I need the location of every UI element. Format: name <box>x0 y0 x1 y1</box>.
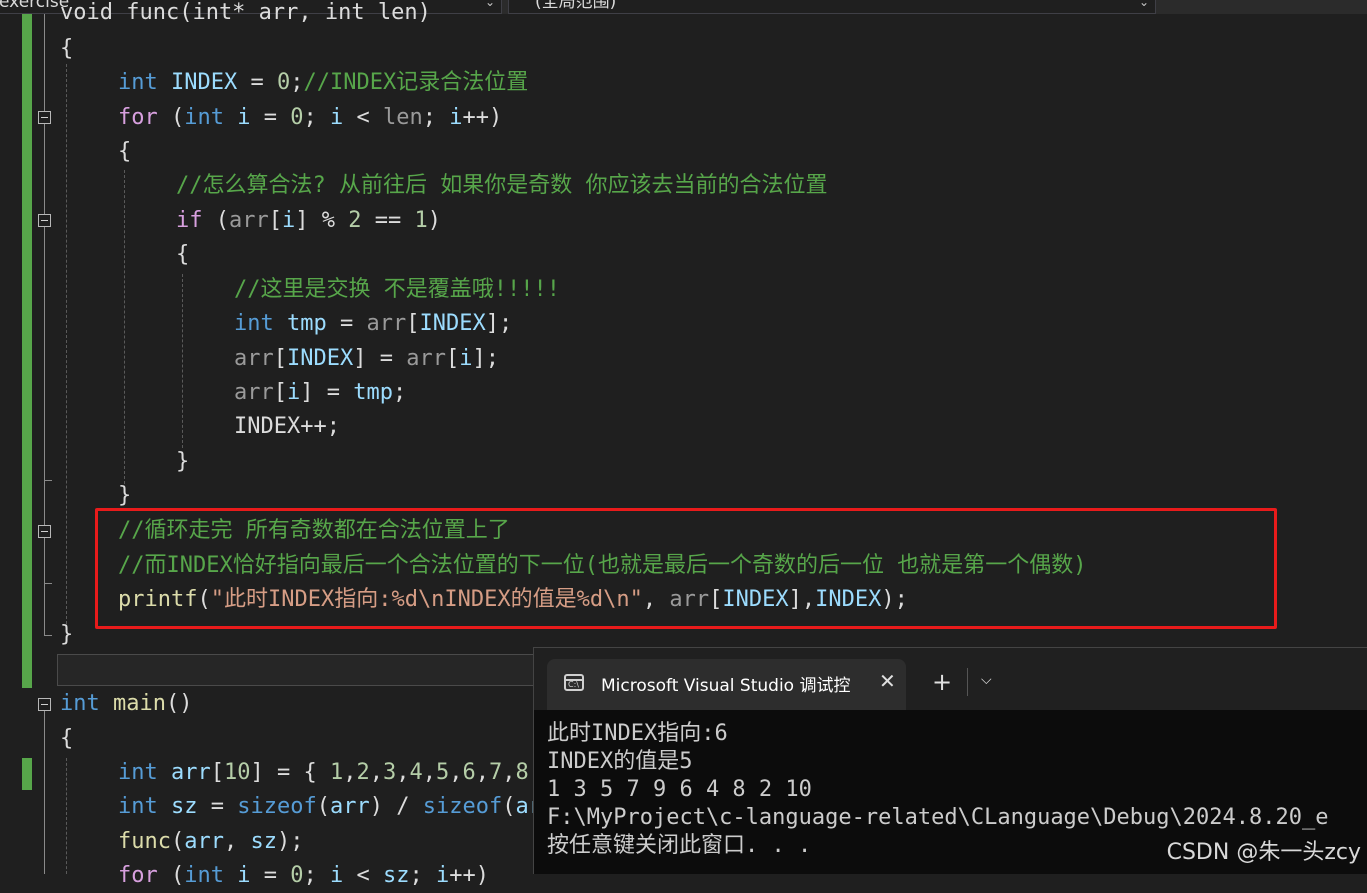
project-name: exercise <box>0 0 70 12</box>
fold-line <box>44 124 45 214</box>
fold-end <box>44 635 52 636</box>
code-line: } <box>176 449 190 474</box>
fold-line <box>44 480 45 525</box>
console-output-line: F:\MyProject\c-language-related\CLanguag… <box>547 805 1329 830</box>
code-comment: //这里是交换 不是覆盖哦!!!!! <box>234 277 560 302</box>
collapse-for-block[interactable] <box>38 111 51 124</box>
chevron-down-icon: ⌄ <box>484 0 495 9</box>
code-line: arr[i] = tmp; <box>234 380 407 405</box>
code-line-signature: void func(int* arr, int len) <box>60 0 431 25</box>
fold-line <box>44 583 45 635</box>
code-line: //这里是交换 不是覆盖哦!!!!! <box>234 273 560 307</box>
fold-line <box>44 711 45 874</box>
indent-guide <box>66 758 67 874</box>
fold-end <box>44 583 52 584</box>
collapse-if-block[interactable] <box>38 214 51 227</box>
code-line: { <box>118 139 132 164</box>
code-line: } <box>60 622 74 647</box>
collapse-main-block[interactable] <box>38 698 51 711</box>
code-line: func(arr, sz); <box>118 829 304 854</box>
terminal-tab-title: Microsoft Visual Studio 调试控制台 <box>601 676 851 696</box>
code-comment: //INDEX记录合法位置 <box>303 70 529 95</box>
chevron-down-icon: ⌄ <box>1138 0 1149 9</box>
code-line: { <box>176 242 190 267</box>
collapse-comment-block[interactable] <box>38 525 51 538</box>
terminal-tab[interactable]: C:\ Microsoft Visual Studio 调试控制台 ✕ <box>547 659 906 710</box>
console-output-line: 按任意键关闭此窗口. . . <box>547 833 812 858</box>
code-line: //怎么算合法? 从前往后 如果你是奇数 你应该去当前的合法位置 <box>176 169 827 203</box>
chevron-down-icon[interactable]: ⌵ <box>981 672 992 688</box>
code-line: { <box>60 36 74 61</box>
console-output-line: 1 3 5 7 9 6 4 8 2 10 <box>547 777 812 802</box>
console-output-line: INDEX的值是5 <box>547 749 693 774</box>
close-icon[interactable]: ✕ <box>879 669 896 693</box>
terminal-tab-bar: C:\ Microsoft Visual Studio 调试控制台 ✕ + ⌵ <box>534 648 1367 710</box>
indent-guide <box>66 64 67 624</box>
code-line: for (int i = 0; i < sz; i++) <box>118 863 489 888</box>
code-line: INDEX++; <box>234 414 340 439</box>
code-line: arr[INDEX] = arr[i]; <box>234 346 499 371</box>
watermark: CSDN @朱一头zcy <box>1166 840 1361 865</box>
code-comment: //怎么算合法? 从前往后 如果你是奇数 你应该去当前的合法位置 <box>176 173 828 198</box>
fold-line <box>44 14 45 111</box>
fold-line <box>44 227 45 480</box>
console-output-line: 此时INDEX指向:6 <box>547 721 728 746</box>
code-line: if (arr[i] % 2 == 1) <box>176 208 441 233</box>
highlight-annotation <box>95 508 1277 629</box>
indent-guide <box>124 170 125 484</box>
code-line: int INDEX = 0;//INDEX记录合法位置 <box>118 70 529 95</box>
code-line: int main() <box>60 691 193 716</box>
change-marker <box>22 758 32 790</box>
fold-line <box>44 538 45 583</box>
code-line: int tmp = arr[INDEX]; <box>234 311 513 336</box>
code-line: for (int i = 0; i < len; i++) <box>118 105 503 130</box>
new-tab-icon[interactable]: + <box>932 670 952 694</box>
code-separator <box>57 654 537 686</box>
fold-end <box>44 480 52 481</box>
code-line: { <box>60 726 74 751</box>
scope-name: (全局范围) <box>535 0 617 12</box>
console-icon: C:\ <box>564 674 584 691</box>
indent-guide <box>182 274 183 448</box>
debug-console-window: C:\ Microsoft Visual Studio 调试控制台 ✕ + ⌵ … <box>533 647 1367 874</box>
scope-dropdown[interactable]: (全局范围) ⌄ <box>508 0 1156 14</box>
change-marker <box>22 14 32 688</box>
divider <box>967 668 968 696</box>
